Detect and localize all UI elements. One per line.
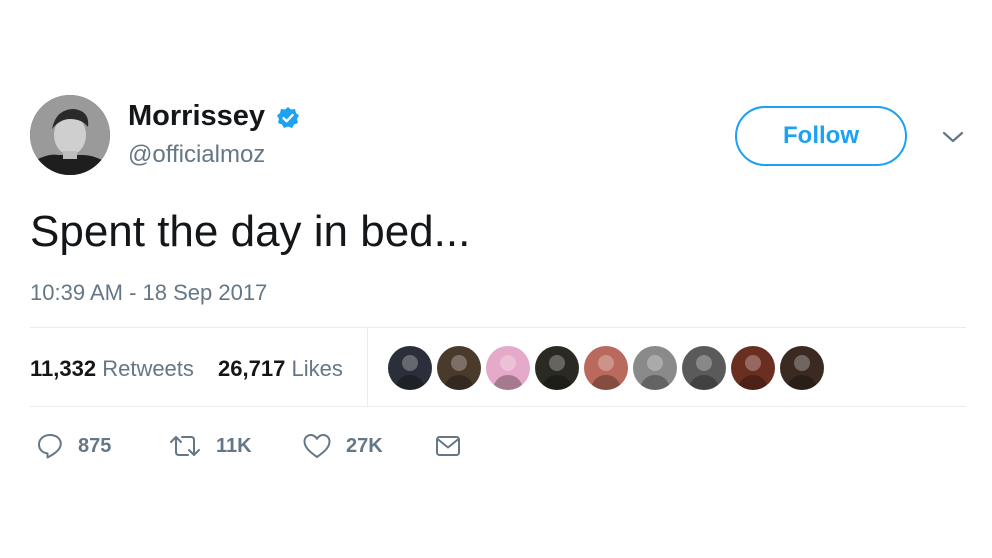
envelope-icon <box>436 436 460 456</box>
divider <box>30 327 966 328</box>
profile-photo <box>30 95 110 175</box>
liker-avatar[interactable] <box>437 346 481 390</box>
retweets-stat[interactable]: 11,332 Retweets <box>30 356 200 381</box>
user-handle[interactable]: @officialmoz <box>128 140 265 170</box>
heart-icon <box>303 434 331 458</box>
retweet-count: 11K <box>216 434 252 457</box>
chevron-down-icon[interactable] <box>940 128 966 146</box>
engagement-stats: 11,332 Retweets 26,717 Likes <box>30 354 361 384</box>
avatar[interactable] <box>30 95 110 175</box>
tweet-timestamp[interactable]: 10:39 AM - 18 Sep 2017 <box>30 279 267 307</box>
follow-button[interactable]: Follow <box>735 106 907 166</box>
stats-separator <box>367 328 368 406</box>
retweets-count: 11,332 <box>30 356 97 381</box>
liker-avatar[interactable] <box>682 346 726 390</box>
liker-avatar[interactable] <box>633 346 677 390</box>
display-name[interactable]: Morrissey <box>128 98 265 134</box>
direct-message-button[interactable] <box>434 428 462 464</box>
liker-avatar[interactable] <box>535 346 579 390</box>
likes-stat[interactable]: 26,717 Likes <box>218 356 343 381</box>
tweet-card: Morrissey @officialmoz Follow Spent the … <box>0 0 992 558</box>
tweet-text: Spent the day in bed... <box>30 207 471 256</box>
retweet-button[interactable]: 11K <box>168 428 252 464</box>
liker-avatar[interactable] <box>486 346 530 390</box>
liker-avatar[interactable] <box>780 346 824 390</box>
retweet-icon <box>170 436 200 456</box>
like-button[interactable]: 27K <box>302 428 383 464</box>
likes-count: 26,717 <box>218 356 286 381</box>
verified-badge-icon <box>277 107 299 128</box>
divider <box>30 406 966 407</box>
liker-avatar[interactable] <box>731 346 775 390</box>
reply-count: 875 <box>78 434 112 457</box>
liker-avatar[interactable] <box>388 346 432 390</box>
reply-button[interactable]: 875 <box>36 428 111 464</box>
like-count: 27K <box>346 434 383 457</box>
reply-icon <box>38 434 62 459</box>
retweets-label: Retweets <box>102 356 194 381</box>
liker-avatar[interactable] <box>584 346 628 390</box>
likes-label: Likes <box>291 356 343 381</box>
